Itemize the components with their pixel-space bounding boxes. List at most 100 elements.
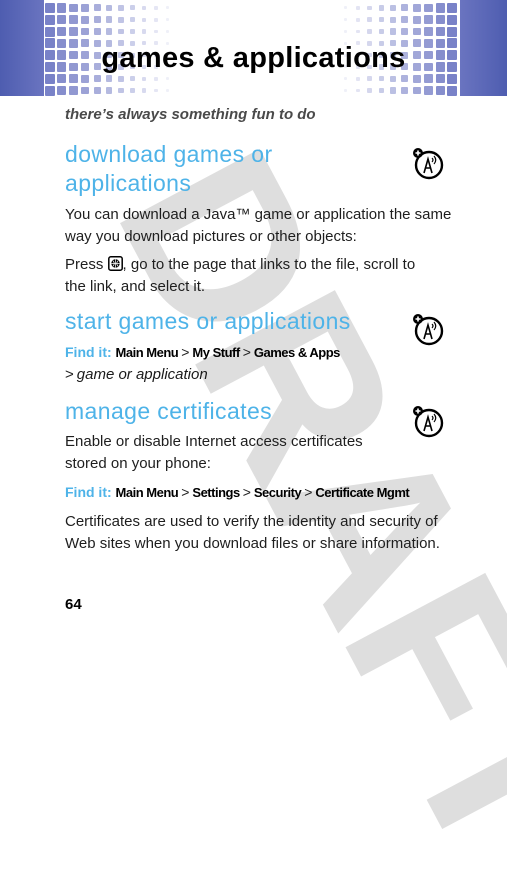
header-grid-cell — [69, 74, 78, 83]
header-grid-cell — [355, 29, 360, 34]
header-grid-cell — [412, 27, 421, 36]
header-grid-cell — [367, 88, 372, 93]
header-grid-cell — [435, 85, 445, 96]
browser-key-icon — [107, 256, 123, 271]
press-instruction: Press , go to the page that links to the… — [65, 254, 415, 298]
find-it-path: Find it: Main Menu > My Stuff > Games & Apps… — [65, 341, 340, 386]
header-grid-cell — [367, 76, 372, 81]
header-grid-cell — [57, 74, 67, 84]
header-grid-cell — [412, 4, 421, 12]
menu-path-item: Security — [253, 485, 302, 500]
header-grid-cell — [105, 4, 113, 12]
header-grid-cell — [355, 6, 360, 10]
header-grid-cell — [378, 76, 384, 82]
header-grid-cell — [401, 16, 409, 24]
find-it-label: Find it: — [65, 344, 112, 360]
chapter-header: games & applications — [0, 0, 507, 96]
header-grid-cell — [166, 18, 170, 22]
header-grid-cell — [166, 89, 170, 92]
header-grid-cell — [129, 76, 136, 82]
path-separator: > — [65, 366, 74, 383]
paragraph-line: Certificates are used to verify the iden… — [65, 513, 438, 530]
path-separator: > — [304, 484, 313, 500]
chapter-tagline: there’s always something fun to do — [65, 106, 316, 123]
header-grid-cell — [69, 86, 78, 95]
header-grid-cell — [390, 16, 397, 23]
menu-path-item: Main Menu — [115, 485, 179, 500]
section-paragraph: Enable or disable Internet access certif… — [65, 431, 363, 475]
header-grid-cell — [401, 28, 409, 35]
header-grid-cell — [166, 30, 170, 33]
header-grid-cell — [378, 17, 384, 23]
network-feature-icon — [413, 148, 444, 180]
find-it-path: Find it: Main Menu > Settings > Security > Cer… — [65, 481, 410, 504]
header-grid-cell — [401, 75, 409, 83]
menu-path-item-variable: game or application — [76, 366, 208, 383]
header-grid-cell — [81, 27, 90, 36]
header-grid-cell — [412, 74, 421, 83]
header-grid-cell — [142, 88, 147, 93]
section-title-certificates: manage certificates — [65, 398, 273, 424]
section-title-start: start games or applications — [65, 308, 351, 334]
header-grid-cell — [154, 88, 158, 93]
header-grid-cell — [344, 89, 348, 92]
header-grid-cell — [390, 28, 397, 35]
header-grid-cell — [424, 15, 433, 24]
header-grid-cell — [142, 17, 147, 22]
header-grid-cell — [447, 2, 458, 13]
header-grid-cell — [117, 75, 124, 82]
menu-path-item: Games & Apps — [253, 345, 341, 360]
header-grid-cell — [44, 2, 55, 13]
chapter-title-text: games & applications — [101, 42, 406, 74]
header-grid-cell — [378, 87, 384, 94]
header-grid-cell — [81, 3, 90, 12]
header-grid-cell — [154, 29, 158, 34]
header-grid-cell — [367, 17, 372, 22]
network-feature-icon — [413, 314, 444, 346]
header-grid-cell — [142, 29, 147, 34]
header-grid-cell — [69, 3, 78, 13]
paragraph-line: way you download pictures or other objec… — [65, 228, 357, 245]
paragraph-line: Web sites when you download files or sha… — [65, 535, 440, 552]
header-grid-cell — [44, 26, 55, 37]
press-text: the link, and select it. — [65, 278, 206, 295]
header-grid-cell — [93, 4, 101, 12]
header-grid-cell — [355, 76, 360, 81]
header-grid-cell — [355, 17, 360, 22]
header-grid-cell — [142, 76, 147, 81]
menu-path-item: My Stuff — [192, 345, 240, 360]
path-separator: > — [242, 484, 251, 500]
header-grid-cell — [401, 4, 409, 12]
header-grid-cell — [424, 74, 433, 83]
header-grid-cell — [378, 5, 384, 11]
menu-path-item: Main Menu — [115, 345, 179, 360]
header-grid-cell — [105, 28, 113, 35]
header-grid-cell — [81, 74, 90, 83]
path-separator: > — [242, 344, 251, 360]
menu-path-item: Certificate Mgmt — [315, 485, 410, 500]
header-grid-cell — [105, 75, 113, 82]
header-grid-cell — [44, 14, 55, 25]
header-grid-cell — [447, 26, 458, 37]
menu-path-item: Settings — [192, 485, 240, 500]
page-number: 64 — [65, 596, 82, 613]
header-grid-cell — [129, 17, 136, 23]
header-grid-cell — [57, 3, 67, 13]
path-separator: > — [181, 344, 190, 360]
header-grid-cell — [367, 29, 372, 34]
find-it-label: Find it: — [65, 484, 112, 500]
header-grid-cell — [390, 75, 397, 82]
header-grid-cell — [81, 86, 90, 95]
header-grid-cell — [390, 4, 397, 11]
header-grid-cell — [69, 15, 78, 24]
header-grid-cell — [435, 3, 445, 13]
header-grid-cell — [117, 28, 124, 35]
header-grid-cell — [401, 87, 409, 94]
header-grid-cell — [424, 27, 433, 36]
header-grid-cell — [154, 6, 158, 10]
header-grid-cell — [57, 85, 67, 96]
header-grid-cell — [69, 27, 78, 36]
header-grid-cell — [154, 17, 158, 22]
press-text: , go to the page that links to the file,… — [122, 256, 416, 273]
header-grid-cell — [412, 86, 421, 95]
